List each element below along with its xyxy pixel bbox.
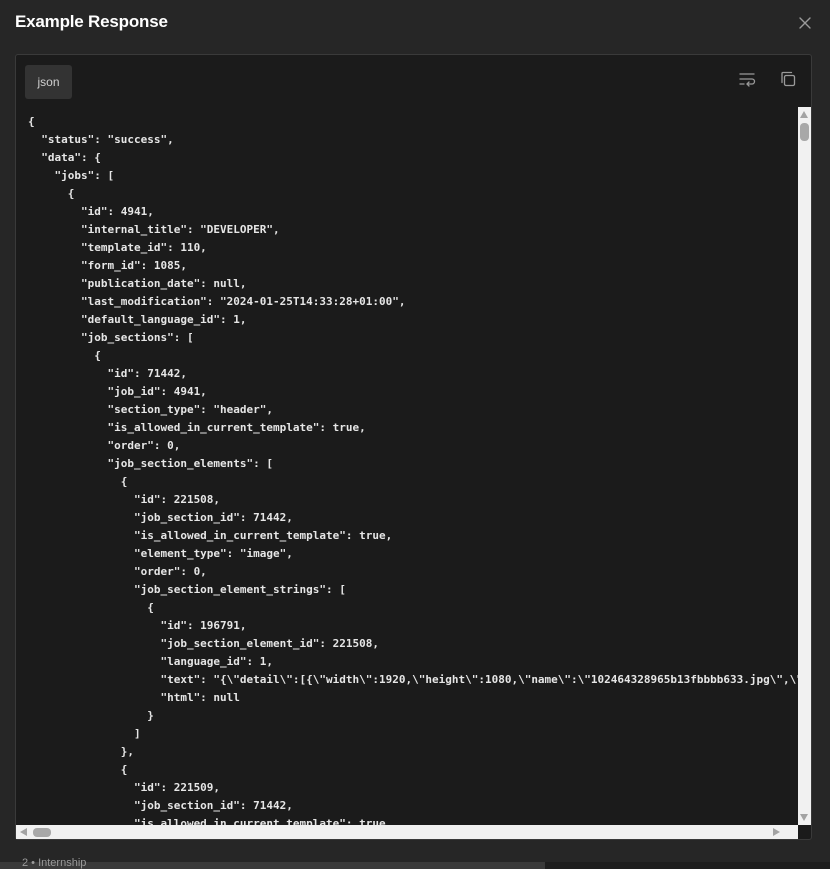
code-line: "internal_title": "DEVELOPER", [28,223,280,236]
code-line: "job_section_element_id": 221508, [28,637,379,650]
code-line: "id": 4941, [28,205,154,218]
code-line: "section_type": "header", [28,403,274,416]
code-line: { [28,475,128,488]
code-line: } [28,709,154,722]
code-line: "job_section_elements": [ [28,457,274,470]
code-line: "status": "success", [28,133,174,146]
vertical-scrollbar[interactable] [798,107,811,825]
wrap-lines-button[interactable] [738,69,758,89]
example-response-modal: Example Response json { "status": "succe… [0,0,830,862]
code-line: ] [28,727,141,740]
code-line: "job_sections": [ [28,331,194,344]
code-line: "job_id": 4941, [28,385,207,398]
code-line: "is_allowed_in_current_template": true, [28,817,393,825]
code-line: "last_modification": "2024-01-25T14:33:2… [28,295,406,308]
language-tab-json[interactable]: json [25,65,72,99]
code-line: "id": 196791, [28,619,247,632]
scroll-up-arrow-icon[interactable] [800,111,808,118]
code-line: { [28,187,75,200]
copy-button[interactable] [778,69,798,89]
code-line: "jobs": [ [28,169,115,182]
scroll-left-arrow-icon[interactable] [20,828,27,836]
code-line: { [28,115,35,128]
code-content: { "status": "success", "data": { "jobs":… [28,113,798,825]
code-line: "html": null [28,691,240,704]
code-line: "job_section_id": 71442, [28,511,293,524]
background-page-strip [0,862,830,869]
code-line: "default_language_id": 1, [28,313,247,326]
close-button[interactable] [795,13,815,33]
code-line: { [28,349,101,362]
code-line: "job_section_element_strings": [ [28,583,346,596]
scroll-down-arrow-icon[interactable] [800,814,808,821]
code-line: "is_allowed_in_current_template": true, [28,529,393,542]
copy-icon [781,71,796,87]
code-panel: json { "status": "success", "data": { "j… [15,54,812,840]
code-line: "order": 0, [28,565,207,578]
code-line: "data": { [28,151,101,164]
code-viewport[interactable]: { "status": "success", "data": { "jobs":… [16,107,798,825]
code-line: "order": 0, [28,439,181,452]
code-line: "job_section_id": 71442, [28,799,293,812]
code-line: "text": "{\"detail\":[{\"width\":1920,\"… [28,673,798,686]
scroll-right-arrow-icon[interactable] [773,828,780,836]
code-line: "is_allowed_in_current_template": true, [28,421,366,434]
code-line: "id": 221508, [28,493,221,506]
horizontal-scrollbar[interactable] [16,825,798,839]
code-line: "element_type": "image", [28,547,293,560]
code-line: "id": 71442, [28,367,187,380]
wrap-lines-icon [739,73,756,87]
vertical-scroll-thumb[interactable] [800,123,809,141]
code-line: "publication_date": null, [28,277,247,290]
code-line: "language_id": 1, [28,655,274,668]
code-line: { [28,763,128,776]
horizontal-scroll-thumb[interactable] [33,828,51,837]
modal-title: Example Response [15,12,168,31]
background-page-text: 2 • Internship [22,858,87,869]
close-icon [799,17,811,29]
code-line: { [28,601,154,614]
code-line: "form_id": 1085, [28,259,187,272]
code-line: }, [28,745,134,758]
code-line: "id": 221509, [28,781,221,794]
code-line: "template_id": 110, [28,241,207,254]
